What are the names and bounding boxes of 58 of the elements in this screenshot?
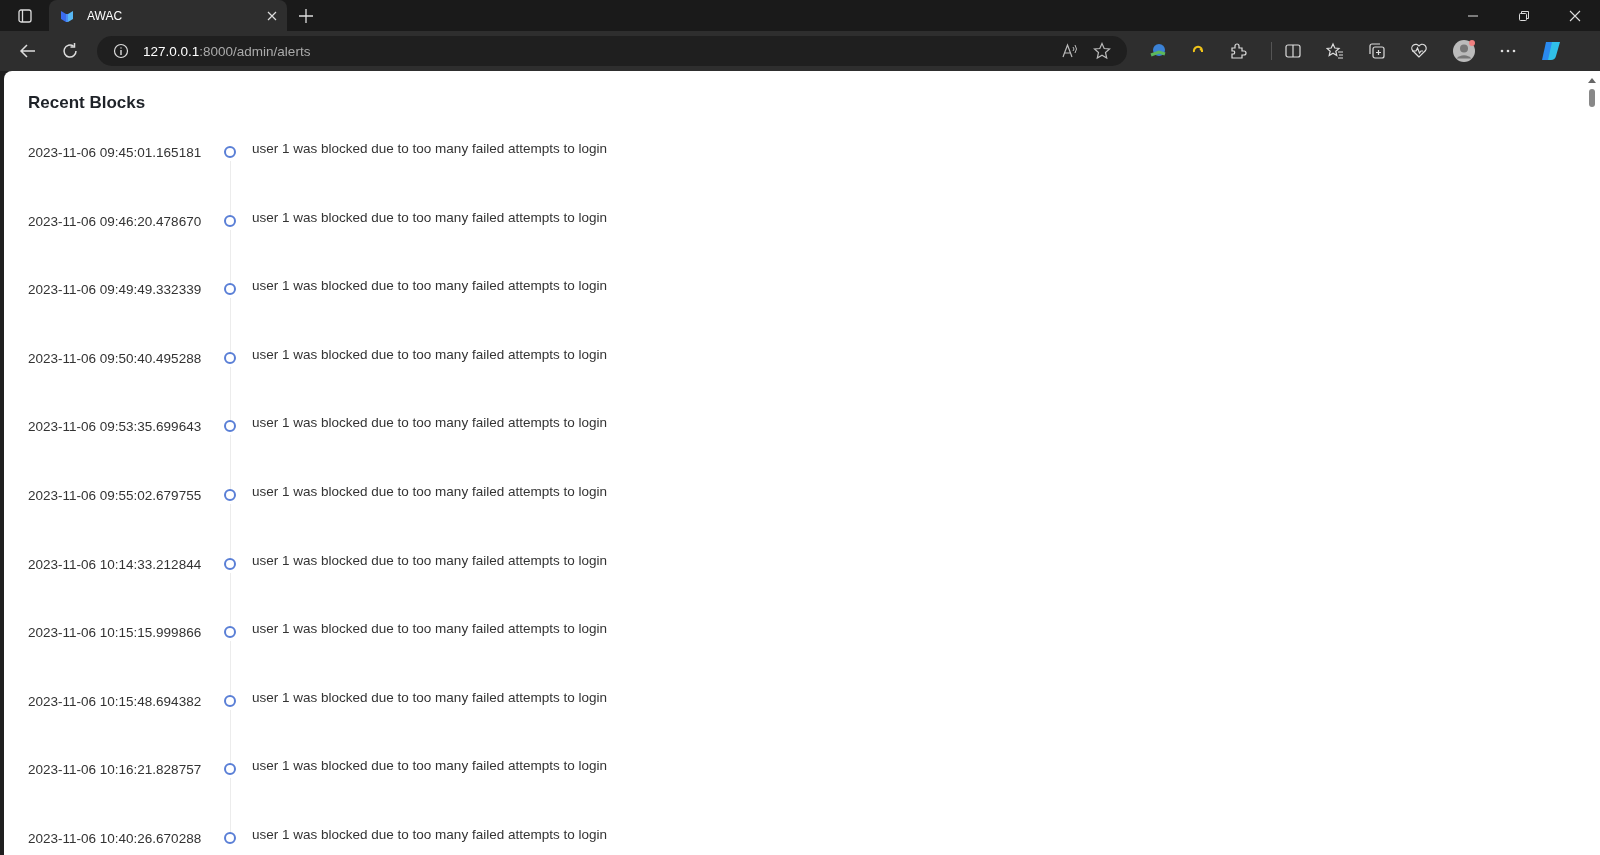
reload-icon[interactable] [61, 42, 79, 60]
timestamp: 2023-11-06 09:55:02.679755 [28, 486, 203, 505]
page-title: Recent Blocks [28, 93, 147, 113]
puzzle-icon[interactable] [1229, 42, 1247, 60]
scroll-thumb[interactable] [1589, 89, 1595, 107]
browser-tab[interactable]: AWAC [49, 0, 287, 31]
back-icon[interactable] [19, 42, 37, 60]
new-tab-icon[interactable] [299, 8, 313, 23]
copilot-icon[interactable] [1540, 40, 1562, 62]
timeline-dot-icon [224, 626, 236, 639]
favorites-icon[interactable] [1326, 42, 1344, 60]
event-message: user 1 was blocked due to too many failed attempts to login [252, 346, 607, 364]
timeline-dot-icon [224, 351, 236, 364]
event-message: user 1 was blocked due to too many failed attempts to login [252, 209, 607, 227]
timestamp: 2023-11-06 10:40:26.670288 [28, 829, 203, 848]
timestamp: 2023-11-06 09:45:01.165181 [28, 144, 203, 162]
event-message: user 1 was blocked due to too many failed attempts to login [252, 758, 607, 776]
event-message: user 1 was blocked due to too many failed attempts to login [252, 278, 607, 296]
timeline-dot-icon [224, 214, 236, 227]
timestamp: 2023-11-06 10:15:48.694382 [28, 692, 203, 711]
timestamp: 2023-11-06 10:14:33.212844 [28, 555, 203, 574]
timestamp: 2023-11-06 10:16:21.828757 [28, 761, 203, 780]
url-text: 127.0.0.1:8000/admin/alerts [143, 43, 311, 59]
timestamp: 2023-11-06 09:49:49.332339 [28, 281, 203, 300]
event-message: user 1 was blocked due to too many failed attempts to login [252, 415, 607, 433]
close-icon[interactable] [1569, 9, 1581, 22]
timestamp: 2023-11-06 09:46:20.478670 [28, 212, 203, 231]
close-icon[interactable] [267, 10, 277, 21]
event-message: user 1 was blocked due to too many failed attempts to login [252, 483, 607, 501]
split-screen-icon[interactable] [1271, 42, 1302, 60]
restore-icon[interactable] [1518, 9, 1530, 22]
timestamp: 2023-11-06 10:15:15.999866 [28, 624, 203, 643]
address-bar[interactable]: 127.0.0.1:8000/admin/alerts [97, 36, 1127, 66]
more-icon[interactable] [1500, 49, 1516, 53]
event-message: user 1 was blocked due to too many failed attempts to login [252, 621, 607, 639]
timeline-dot-icon [224, 420, 236, 433]
timestamp: 2023-11-06 09:50:40.495288 [28, 349, 203, 368]
timeline-dot-icon [224, 831, 236, 844]
timeline-dot-icon [224, 557, 236, 570]
timeline-dot-icon [224, 146, 236, 158]
timeline-dot-icon [224, 763, 236, 776]
timeline-dot-icon [224, 283, 236, 296]
tab-title: AWAC [87, 8, 124, 23]
timeline-dot-icon [224, 694, 236, 707]
read-aloud-icon[interactable] [1061, 42, 1079, 60]
heartbeat-icon[interactable] [1410, 42, 1428, 60]
event-message: user 1 was blocked due to too many failed attempts to login [252, 826, 607, 844]
event-message: user 1 was blocked due to too many failed attempts to login [252, 689, 607, 707]
event-message: user 1 was blocked due to too many failed attempts to login [252, 141, 607, 158]
collections-icon[interactable] [1368, 42, 1386, 60]
timestamp: 2023-11-06 09:53:35.699643 [28, 418, 203, 437]
timeline-dot-icon [224, 488, 236, 501]
event-message: user 1 was blocked due to too many failed attempts to login [252, 552, 607, 570]
profile-avatar-icon[interactable] [1452, 39, 1476, 63]
scroll-up-icon[interactable] [1588, 77, 1596, 83]
star-icon[interactable] [1093, 42, 1111, 60]
info-icon[interactable] [113, 43, 129, 59]
tab-actions-icon[interactable] [17, 7, 33, 24]
